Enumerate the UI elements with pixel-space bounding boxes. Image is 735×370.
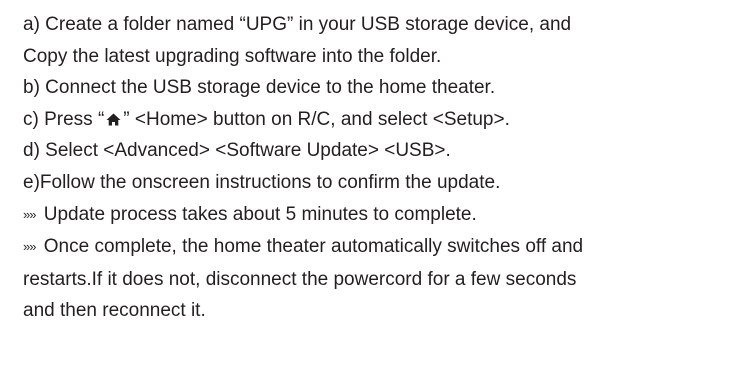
step-c-prefix: c) Press “ bbox=[23, 108, 105, 130]
note-2-line-2: restarts.If it does not, disconnect the … bbox=[23, 268, 577, 290]
step-a-line-2: Copy the latest upgrading software into … bbox=[23, 45, 442, 67]
upgrade-instructions: a) Create a folder named “UPG” in your U… bbox=[23, 9, 728, 327]
note-2-line-3: and then reconnect it. bbox=[23, 300, 206, 322]
home-icon bbox=[106, 113, 121, 126]
note-2-text: Once complete, the home theater automati… bbox=[38, 236, 584, 258]
note-1-text: Update process takes about 5 minutes to … bbox=[38, 203, 477, 225]
note-2-line-1: »» Once complete, the home theater autom… bbox=[23, 231, 728, 264]
step-e: e)Follow the onscreen instructions to co… bbox=[23, 171, 501, 193]
note-1: »» Update process takes about 5 minutes … bbox=[23, 199, 728, 232]
note-marker: »» bbox=[23, 239, 37, 255]
step-a-line-1: a) Create a folder named “UPG” in your U… bbox=[23, 14, 572, 35]
step-c: c) Press “ ” <Home> button on R/C, and se… bbox=[23, 104, 728, 136]
step-d: d) Select <Advanced> <Software Update> <… bbox=[23, 140, 451, 162]
note-marker: »» bbox=[23, 206, 37, 222]
step-b: b) Connect the USB storage device to the… bbox=[23, 77, 496, 99]
step-c-suffix: ” <Home> button on R/C, and select <Setu… bbox=[123, 108, 510, 130]
